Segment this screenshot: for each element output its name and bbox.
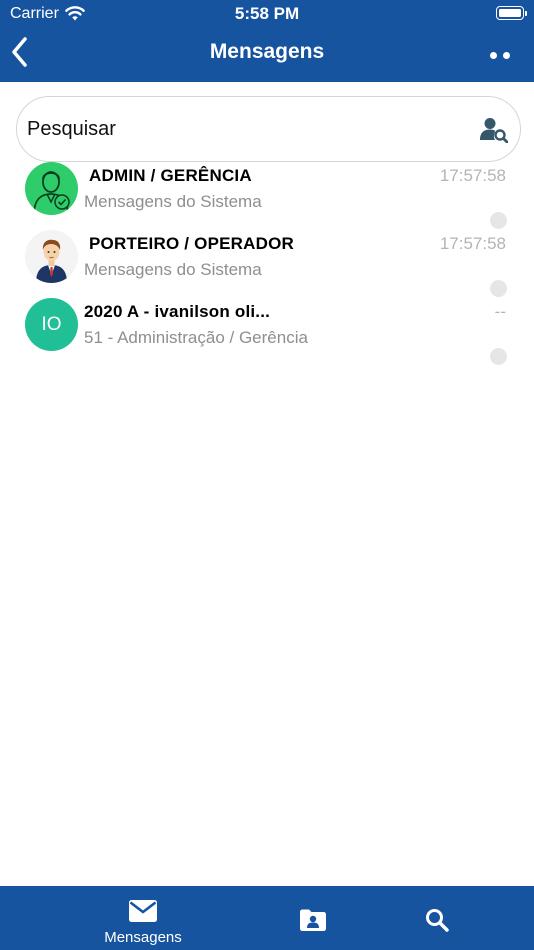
status-time: 5:58 PM	[234, 4, 300, 23]
tab-contacts[interactable]	[288, 886, 338, 950]
more-options-icon[interactable]	[490, 52, 512, 60]
conversation-time: 17:57:58	[439, 166, 506, 185]
navigation-bar: Mensagens	[0, 28, 534, 82]
conversation-name: ADMIN / GERÊNCIA	[89, 166, 252, 185]
conversation-time: --	[494, 302, 506, 321]
battery-icon	[496, 6, 527, 20]
search-bar[interactable]	[16, 96, 521, 162]
envelope-icon	[129, 900, 157, 922]
conversation-name: PORTEIRO / OPERADOR	[89, 234, 294, 253]
initials-avatar: IO	[25, 298, 78, 351]
search-icon	[426, 909, 449, 932]
top-bar: Carrier 5:58 PM Mensagens	[0, 0, 534, 82]
conversation-time: 17:57:58	[439, 234, 506, 253]
tab-search[interactable]	[412, 886, 462, 950]
unread-indicator	[490, 280, 507, 297]
conversation-subtitle: Mensagens do Sistema	[84, 192, 262, 211]
status-bar: Carrier 5:58 PM	[0, 0, 534, 28]
admin-avatar-icon	[25, 162, 78, 215]
tab-messages[interactable]: Mensagens	[93, 886, 193, 950]
conversation-subtitle: 51 - Administração / Gerência	[84, 328, 308, 347]
tab-bar: Mensagens	[0, 886, 534, 950]
unread-indicator	[490, 212, 507, 229]
conversation-name: 2020 A - ivanilson oli...	[84, 302, 271, 321]
unread-indicator	[490, 348, 507, 365]
conversation-item[interactable]: PORTEIRO / OPERADOR Mensagens do Sistema…	[0, 228, 534, 297]
doorman-avatar-icon	[25, 230, 78, 283]
conversation-subtitle: Mensagens do Sistema	[84, 260, 262, 279]
user-search-icon[interactable]	[480, 117, 508, 143]
contacts-folder-icon	[300, 909, 326, 931]
tab-messages-label: Mensagens	[104, 929, 182, 946]
page-title: Mensagens	[209, 40, 325, 63]
conversation-item[interactable]: ADMIN / GERÊNCIA Mensagens do Sistema 17…	[0, 160, 534, 229]
search-input[interactable]	[27, 115, 467, 143]
conversation-item[interactable]: IO 2020 A - ivanilson oli... 51 - Admini…	[0, 296, 534, 365]
